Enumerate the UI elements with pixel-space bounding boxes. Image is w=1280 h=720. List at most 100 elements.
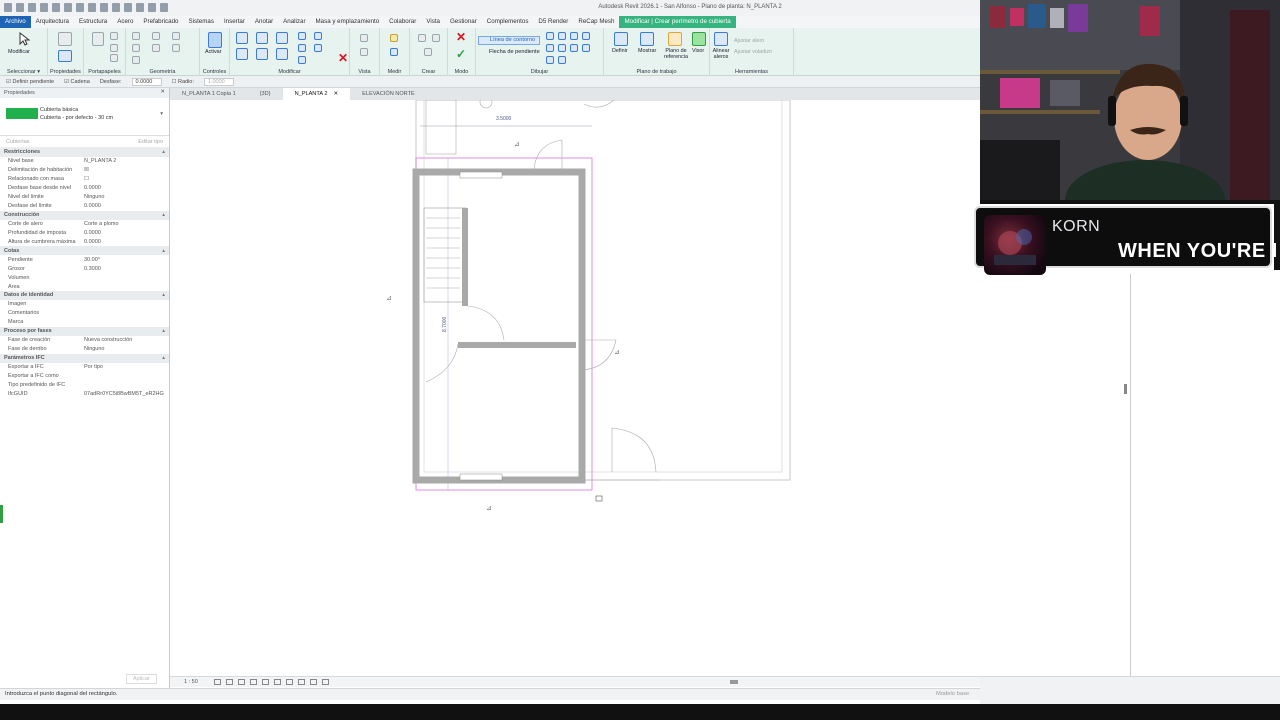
polygon-tool-icon[interactable]: [570, 32, 578, 40]
ribbon-tab-5[interactable]: Sistemas: [183, 16, 218, 28]
property-row[interactable]: Grosor 0.3000: [0, 264, 169, 273]
alinear-aleros-button[interactable]: Alinear aleros: [710, 48, 732, 60]
arc-center-icon[interactable]: [558, 44, 566, 52]
ribbon-tab-1[interactable]: Arquitectura: [31, 16, 74, 28]
property-value[interactable]: Corte a plomo: [84, 221, 119, 227]
temp-hide-icon[interactable]: [286, 679, 293, 685]
redo-icon[interactable]: [52, 3, 60, 12]
hide-icon[interactable]: [360, 48, 368, 56]
definir-button[interactable]: Definir: [612, 48, 628, 54]
create-group-icon[interactable]: [432, 34, 440, 42]
pin-icon[interactable]: [314, 32, 322, 40]
property-row[interactable]: Exportar a IFC como: [0, 371, 169, 380]
paste-icon[interactable]: [92, 32, 104, 46]
move-icon[interactable]: [236, 48, 248, 60]
property-section[interactable]: Construcción: [0, 210, 169, 220]
property-row[interactable]: Pendiente 30.00°: [0, 255, 169, 264]
horizontal-scroll-thumb[interactable]: [730, 680, 738, 684]
property-value[interactable]: 30.00°: [84, 257, 100, 263]
property-row[interactable]: Profundidad de imposta 0.0000: [0, 228, 169, 237]
property-row[interactable]: Altura de cumbrera máxima 0.0000: [0, 237, 169, 246]
match-icon[interactable]: [110, 54, 118, 62]
ribbon-tab-11[interactable]: Vista: [421, 16, 445, 28]
type-properties-icon[interactable]: [58, 50, 72, 62]
sun-path-icon[interactable]: [238, 679, 245, 685]
demolish-icon[interactable]: [172, 44, 180, 52]
rectangle-tool-icon[interactable]: [558, 32, 566, 40]
document-tab[interactable]: N_PLANTA 2 ✕: [282, 88, 351, 100]
definir-pendiente-checkbox[interactable]: ☑ Definir pendiente: [6, 79, 54, 85]
cut-icon[interactable]: [110, 32, 118, 40]
cancel-edit-icon[interactable]: ✕: [456, 31, 468, 43]
property-value[interactable]: Por tipo: [84, 364, 103, 370]
property-row[interactable]: Marca: [0, 318, 169, 327]
property-row[interactable]: Imagen: [0, 300, 169, 309]
linea-contorno-button[interactable]: Línea de contorno: [478, 36, 540, 45]
activate-icon[interactable]: [208, 32, 222, 48]
pick-lines-icon[interactable]: [546, 56, 554, 64]
property-row[interactable]: Tipo predefinido de IFC: [0, 380, 169, 389]
trim-icon[interactable]: [276, 48, 288, 60]
close-hidden-icon[interactable]: [148, 3, 156, 12]
set-workplane-icon[interactable]: [614, 32, 628, 46]
properties-icon[interactable]: [58, 32, 72, 46]
floor-plan[interactable]: 3.5000 8.7000 ⊿ ⊿ ⊿ ⊿: [170, 95, 980, 676]
pick-walls-icon[interactable]: [558, 56, 566, 64]
visual-style-icon[interactable]: [226, 679, 233, 685]
ribbon-tab-3[interactable]: Acero: [112, 16, 138, 28]
property-section[interactable]: Restricciones: [0, 148, 169, 157]
plano-ref-button[interactable]: Plano de referencia: [662, 48, 690, 60]
property-row[interactable]: Nivel del límite Ninguno: [0, 193, 169, 202]
ribbon-tab-7[interactable]: Anotar: [250, 16, 278, 28]
ajustar-alero-button[interactable]: Ajustar alero: [734, 38, 764, 44]
measure-ruler-icon[interactable]: [390, 34, 398, 42]
property-value[interactable]: Ninguno: [84, 194, 105, 200]
override-graphics-icon[interactable]: [360, 34, 368, 42]
viewer-icon[interactable]: [692, 32, 706, 46]
cadena-checkbox[interactable]: ☑ Cadena: [64, 79, 90, 85]
document-tab[interactable]: N_PLANTA 1 Copia 1: [170, 88, 248, 100]
section-icon[interactable]: [124, 3, 132, 12]
close-tab-icon[interactable]: ✕: [333, 91, 338, 97]
scale-icon[interactable]: [298, 56, 306, 64]
mirror-icon[interactable]: [276, 32, 288, 44]
paint-icon[interactable]: [172, 32, 180, 40]
ribbon-tab-12[interactable]: Gestionar: [445, 16, 482, 28]
visor-button[interactable]: Visor: [692, 48, 704, 54]
property-section[interactable]: Cotas: [0, 246, 169, 256]
ribbon-tab-6[interactable]: Insertar: [219, 16, 250, 28]
aligned-dim-icon[interactable]: [390, 48, 398, 56]
line-tool-icon[interactable]: [546, 32, 554, 40]
ribbon-tab-14[interactable]: D5 Render: [533, 16, 573, 28]
chevron-down-icon[interactable]: ▾: [160, 111, 163, 117]
cope-icon[interactable]: [132, 32, 140, 40]
property-value[interactable]: 0.3000: [84, 266, 101, 272]
property-value[interactable]: 07adRr0YC5i8BwBM5T_eR2HG: [84, 391, 164, 397]
dimension-icon[interactable]: [88, 3, 96, 12]
shadows-icon[interactable]: [250, 679, 257, 685]
ribbon-tab-2[interactable]: Estructura: [74, 16, 112, 28]
ajustar-voladizo-button[interactable]: Ajustar voladizo: [734, 49, 772, 55]
3d-view-icon[interactable]: [112, 3, 120, 12]
ribbon-tab-16[interactable]: Modificar | Crear perímetro de cubierta: [619, 16, 736, 28]
copy-icon[interactable]: [110, 44, 118, 52]
spline-icon[interactable]: [582, 44, 590, 52]
ribbon-tab-10[interactable]: Colaborar: [384, 16, 421, 28]
property-row[interactable]: Área: [0, 282, 169, 291]
show-workplane-icon[interactable]: [640, 32, 654, 46]
vertical-scroll-thumb[interactable]: [1124, 384, 1127, 394]
property-row[interactable]: Desfase del límite 0.0000: [0, 202, 169, 211]
property-row[interactable]: Desfase base desde nivel 0.0000: [0, 184, 169, 193]
ribbon-tab-13[interactable]: Complementos: [482, 16, 534, 28]
radio-checkbox[interactable]: ☐ Radio:: [172, 79, 194, 85]
property-value[interactable]: 0.0000: [84, 230, 101, 236]
dimension-vertical[interactable]: 8.7000: [442, 316, 448, 332]
cursor-icon[interactable]: [18, 32, 30, 46]
property-row[interactable]: Comentarios: [0, 309, 169, 318]
undo-icon[interactable]: [40, 3, 48, 12]
property-row[interactable]: Nivel base N_PLANTA 2: [0, 157, 169, 166]
property-value[interactable]: N_PLANTA 2: [84, 158, 116, 164]
seleccionar-label[interactable]: Seleccionar ▾: [0, 69, 47, 75]
property-value[interactable]: ☐: [84, 176, 89, 182]
show-crop-icon[interactable]: [274, 679, 281, 685]
